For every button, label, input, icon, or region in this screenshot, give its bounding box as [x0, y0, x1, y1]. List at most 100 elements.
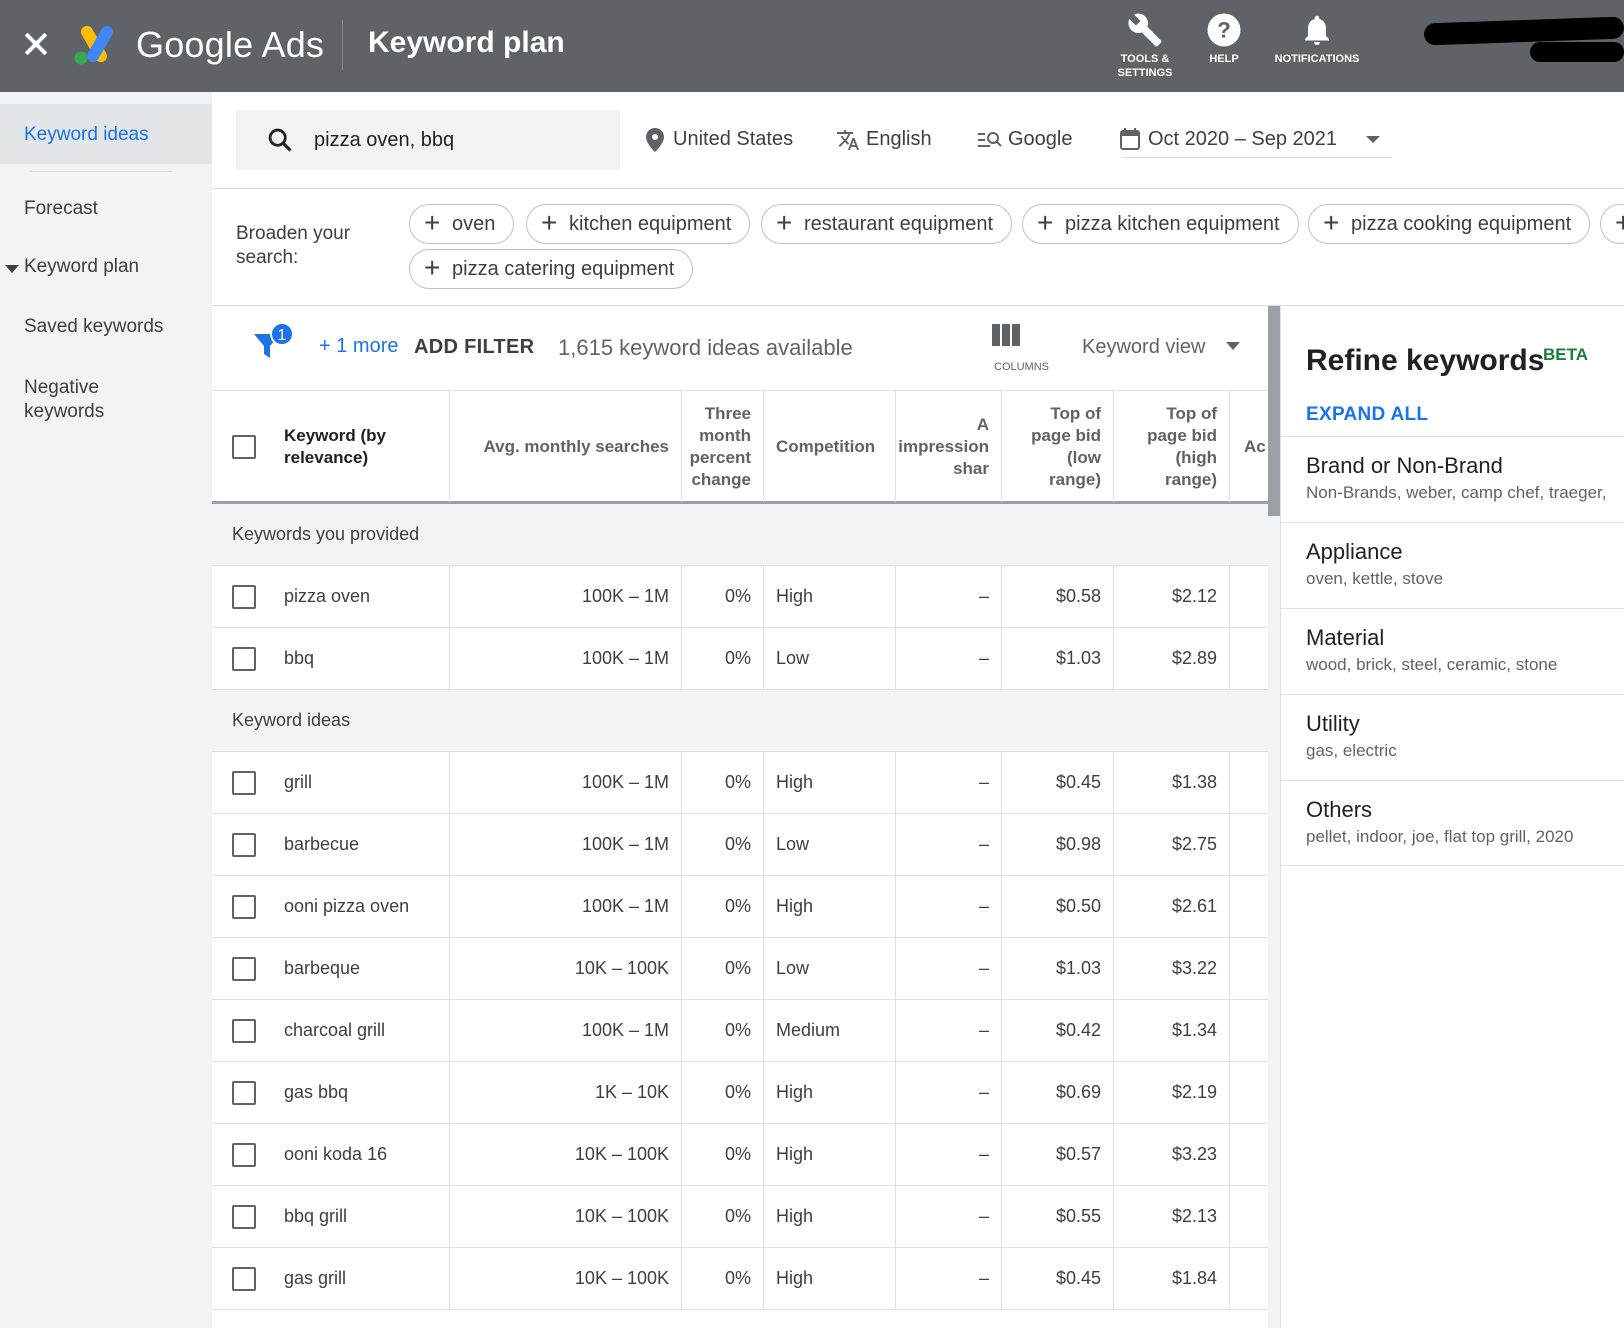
change-cell: 0%	[682, 814, 764, 875]
table-row[interactable]: pizza oven 100K – 1M 0% High – $0.58 $2.12	[212, 566, 1270, 628]
competition-cell: High	[764, 1248, 896, 1309]
account-status-cell	[1230, 876, 1270, 937]
table-row[interactable]: charcoal grill 100K – 1M 0% Medium – $0.42 $1.…	[212, 1000, 1270, 1062]
account-status-cell	[1230, 752, 1270, 813]
account-status-cell	[1230, 814, 1270, 875]
impression-cell: –	[896, 1062, 1002, 1123]
broaden-chip-pizza-catering-equipment[interactable]: pizza catering equipment	[409, 249, 694, 289]
high-cell: $2.12	[1114, 566, 1230, 627]
broaden-chip-kitchen-equipment[interactable]: kitchen equipment	[526, 204, 751, 244]
nav-item-negative-keywords[interactable]: Negative keywords	[24, 376, 134, 424]
select-all-checkbox[interactable]	[232, 435, 256, 459]
header-keyword[interactable]: Keyword (by relevance)	[212, 391, 450, 502]
keyword-cell: bbq	[212, 628, 450, 689]
group-header: Keyword ideas	[212, 690, 1270, 752]
columns-icon[interactable]	[992, 324, 1020, 346]
row-checkbox[interactable]	[232, 1019, 256, 1043]
keyword-search-input[interactable]: pizza oven, bbq	[236, 110, 620, 170]
header-avg-monthly-searches[interactable]: Avg. monthly searches	[450, 391, 682, 502]
row-checkbox[interactable]	[232, 895, 256, 919]
close-icon[interactable]	[20, 28, 52, 60]
chevron-down-icon[interactable]	[1226, 342, 1240, 350]
nav-item-forecast[interactable]: Forecast	[24, 198, 98, 220]
row-checkbox[interactable]	[232, 771, 256, 795]
header-high-bid[interactable]: Top of page bid (high range)	[1114, 391, 1230, 502]
table-scrollbar-thumb[interactable]	[1268, 306, 1280, 516]
change-cell: 0%	[682, 876, 764, 937]
table-row[interactable]: bbq 100K – 1M 0% Low – $1.03 $2.89	[212, 628, 1270, 690]
header-low-bid[interactable]: Top of page bid (low range)	[1002, 391, 1114, 502]
columns-label[interactable]: COLUMNS	[994, 361, 1049, 373]
refine-category[interactable]: Material wood, brick, steel, ceramic, sto…	[1280, 608, 1624, 694]
keyword-view-dropdown[interactable]: Keyword view	[1082, 336, 1205, 359]
broaden-chip-restaurant-equipment[interactable]: restaurant equipment	[761, 204, 1013, 244]
refine-category[interactable]: Others pellet, indoor, joe, flat top gril…	[1280, 780, 1624, 866]
refine-category-name: Brand or Non-Brand	[1306, 453, 1503, 478]
expand-all-button[interactable]: EXPAND ALL	[1306, 404, 1428, 426]
row-checkbox[interactable]	[232, 647, 256, 671]
low-cell: $0.55	[1002, 1186, 1114, 1247]
refine-category[interactable]: Appliance oven, kettle, stove	[1280, 522, 1624, 608]
left-nav: Keyword ideas Forecast Keyword plan Save…	[0, 92, 212, 1328]
page-title: Keyword plan	[368, 26, 565, 59]
high-cell: $3.22	[1114, 938, 1230, 999]
header-three-month-change[interactable]: Three month percent change	[682, 391, 764, 502]
header-competition[interactable]: Competition	[764, 391, 896, 502]
keyword-ideas-count: 1,615 keyword ideas available	[558, 335, 853, 360]
refine-category-values: oven, kettle, stove	[1306, 569, 1444, 588]
change-cell: 0%	[682, 1248, 764, 1309]
table-row[interactable]: barbecue 100K – 1M 0% Low – $0.98 $2.75	[212, 814, 1270, 876]
location-selector[interactable]: United States	[673, 128, 793, 151]
row-checkbox[interactable]	[232, 1081, 256, 1105]
filter-icon[interactable]: 1	[252, 322, 296, 362]
nav-item-saved-keywords[interactable]: Saved keywords	[24, 316, 163, 338]
table-row[interactable]: ooni pizza oven 100K – 1M 0% High – $0.50 $2.6…	[212, 876, 1270, 938]
refine-category[interactable]: Brand or Non-Brand Non-Brands, weber, cam…	[1280, 436, 1624, 522]
more-filters-link[interactable]: + 1 more	[319, 335, 398, 358]
low-cell: $0.69	[1002, 1062, 1114, 1123]
keyword-text: gas grill	[284, 1268, 347, 1288]
date-range-selector[interactable]: Oct 2020 – Sep 2021	[1148, 128, 1337, 151]
nav-item-keyword-plan[interactable]: Keyword plan	[24, 256, 139, 278]
row-checkbox[interactable]	[232, 1267, 256, 1291]
calendar-icon	[1120, 128, 1140, 150]
avg-cell: 10K – 100K	[450, 938, 682, 999]
header-account-status[interactable]: Ac	[1230, 391, 1270, 502]
table-row[interactable]: gas bbq 1K – 10K 0% High – $0.69 $2.19	[212, 1062, 1270, 1124]
row-checkbox[interactable]	[232, 957, 256, 981]
add-filter-button[interactable]: ADD FILTER	[414, 336, 534, 359]
account-status-cell	[1230, 1248, 1270, 1309]
refine-title: Refine keywords	[1306, 344, 1545, 377]
network-selector[interactable]: Google	[1008, 128, 1073, 151]
table-row[interactable]: ooni koda 16 10K – 100K 0% High – $0.57 $3.23	[212, 1124, 1270, 1186]
table-row[interactable]: grill 100K – 1M 0% High – $0.45 $1.38	[212, 752, 1270, 814]
header-impression-share[interactable]: A impression shar	[896, 391, 1002, 502]
date-underline	[1122, 157, 1392, 158]
row-checkbox[interactable]	[232, 1143, 256, 1167]
nav-item-keyword-ideas[interactable]: Keyword ideas	[24, 124, 149, 146]
refine-category[interactable]: Utility gas, electric	[1280, 694, 1624, 780]
competition-cell: Low	[764, 628, 896, 689]
language-selector[interactable]: English	[866, 128, 932, 151]
broaden-chip-pizza-cooking-equipment[interactable]: pizza cooking equipment	[1308, 204, 1591, 244]
avg-cell: 10K – 100K	[450, 1186, 682, 1247]
filter-count-badge: 1	[278, 327, 287, 344]
impression-cell: –	[896, 628, 1002, 689]
help-button[interactable]: ? HELP	[1194, 12, 1254, 66]
avg-cell: 100K – 1M	[450, 1000, 682, 1061]
broaden-chip-pizza-kitchen-equipment[interactable]: pizza kitchen equipment	[1022, 204, 1299, 244]
table-row[interactable]: barbeque 10K – 100K 0% Low – $1.03 $3.22	[212, 938, 1270, 1000]
broaden-chip-oven[interactable]: oven	[409, 204, 515, 244]
chevron-down-icon[interactable]	[5, 265, 19, 273]
bell-icon	[1305, 15, 1329, 45]
row-checkbox[interactable]	[232, 833, 256, 857]
tools-settings-button[interactable]: TOOLS & SETTINGS	[1102, 12, 1188, 80]
keyword-text: bbq grill	[284, 1206, 348, 1226]
table-row[interactable]: gas grill 10K – 100K 0% High – $0.45 $1.84	[212, 1248, 1270, 1310]
notifications-button[interactable]: NOTIFICATIONS	[1262, 12, 1372, 66]
row-checkbox[interactable]	[232, 585, 256, 609]
table-row[interactable]: bbq grill 10K – 100K 0% High – $0.55 $2.13	[212, 1186, 1270, 1248]
date-dropdown-icon[interactable]	[1366, 136, 1380, 143]
account-status-cell	[1230, 1124, 1270, 1185]
row-checkbox[interactable]	[232, 1205, 256, 1229]
